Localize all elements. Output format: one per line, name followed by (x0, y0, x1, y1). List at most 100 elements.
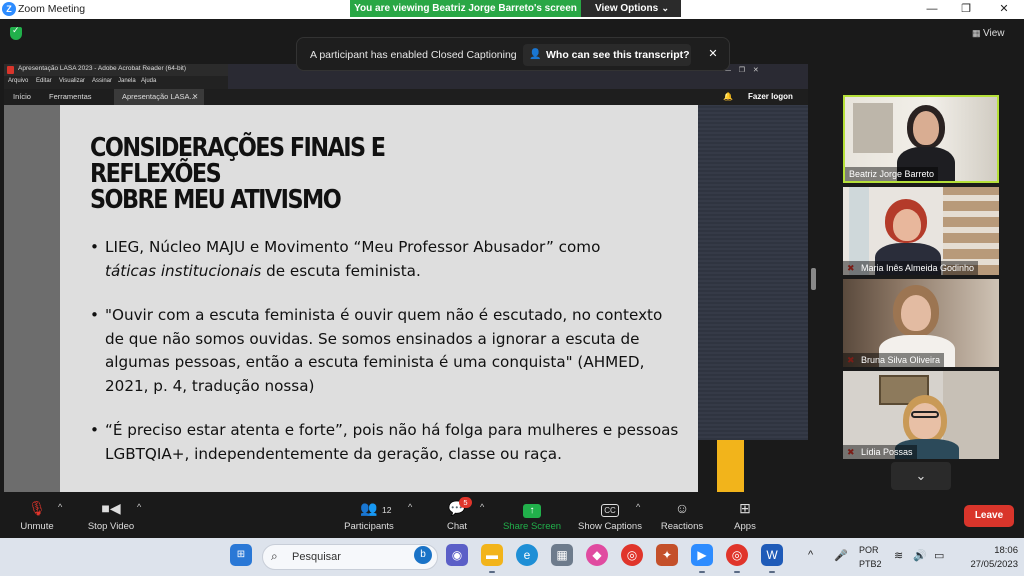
clock-date[interactable]: 27/05/2023 (958, 559, 1018, 570)
smiley-plus-icon: ☺ (674, 500, 690, 516)
bullet-2-text: "Ouvir com a escuta feminista é ouvir qu… (105, 306, 663, 395)
paint-icon[interactable]: ◆ (586, 544, 608, 566)
participant-name: Bruna Silva Oliveira (843, 353, 945, 367)
leave-button[interactable]: Leave (964, 505, 1014, 527)
share-screen-button[interactable]: ↑ Share Screen (500, 492, 564, 538)
close-icon[interactable]: ✕ (994, 2, 1014, 16)
close-icon[interactable]: ✕ (705, 46, 721, 62)
tab-close-icon[interactable]: ✕ (192, 92, 198, 101)
bing-icon[interactable]: b (414, 546, 432, 564)
running-indicator (734, 571, 740, 573)
acrobat-title: Apresentação LASA 2023 - Adobe Acrobat R… (18, 65, 187, 72)
battery-icon[interactable]: ▭ (934, 549, 944, 562)
minimize-icon[interactable]: — (922, 2, 942, 16)
bullet-mark: • (90, 238, 99, 256)
bullet-mark: • (90, 421, 99, 439)
security-shield-icon[interactable] (10, 25, 22, 40)
volume-icon[interactable]: 🔊 (913, 549, 927, 562)
participants-options-caret-icon[interactable]: ^ (408, 502, 412, 512)
view-options-label: View Options (595, 3, 659, 14)
file-explorer-icon[interactable]: ▬ (481, 544, 503, 566)
menu-janela[interactable]: Janela (118, 78, 136, 84)
taskbar-search-box[interactable] (262, 544, 438, 570)
search-icon: ⌕ (271, 549, 278, 563)
clock-time[interactable]: 18:06 (972, 545, 1018, 556)
calculator-icon[interactable]: ▦ (551, 544, 573, 566)
unmute-button[interactable]: 🎙 Unmute (12, 492, 62, 538)
show-captions-button[interactable]: CC Show Captions (574, 492, 646, 538)
window-title: Zoom Meeting (18, 3, 86, 15)
participant-tile[interactable]: ✖ Lídia Possas (843, 371, 999, 459)
slide-title-line1: Considerações finais e reflexões (90, 133, 386, 189)
apps-button[interactable]: ⊞ Apps (726, 492, 764, 538)
edge-icon[interactable]: e (516, 544, 538, 566)
gallery-scroll-down-button[interactable]: ⌄ (891, 462, 951, 490)
chat-options-caret-icon[interactable]: ^ (480, 502, 484, 512)
participant-tile[interactable]: ✖ Maria Inês Almeida Godinho (843, 187, 999, 275)
video-options-caret-icon[interactable]: ^ (137, 502, 141, 512)
slide-bullet-2: • "Ouvir com a escuta feminista é ouvir … (90, 304, 680, 398)
participants-button[interactable]: 👥 Participants (338, 492, 400, 538)
gallery-resize-handle[interactable] (811, 268, 816, 290)
running-indicator (769, 571, 775, 573)
slide-bullet-1: • LIEG, Núcleo MAJU e Movimento “Meu Pro… (90, 236, 680, 283)
menu-visualizar[interactable]: Visualizar (59, 78, 85, 84)
keyboard-layout[interactable]: PTB2 (859, 559, 882, 569)
muted-microphone-icon: 🎙 (28, 500, 46, 516)
participant-name: Maria Inês Almeida Godinho (843, 261, 979, 275)
wifi-icon[interactable]: ≋ (894, 549, 903, 562)
chrome-profile-icon[interactable]: ◎ (726, 544, 748, 566)
view-options-button[interactable]: View Options ⌄ (581, 0, 681, 17)
restore-icon[interactable]: ❐ (956, 2, 976, 16)
menu-arquivo[interactable]: Arquivo (8, 78, 28, 84)
share-screen-label: Share Screen (502, 521, 562, 532)
participant-name: Lídia Possas (843, 445, 917, 459)
windows-taskbar (0, 538, 1024, 576)
meeting-toolbar: 🎙 Unmute ^ ■◀ Stop Video ^ 👥 Participant… (0, 492, 1024, 538)
tray-overflow-chevron-icon[interactable]: ^ (808, 549, 813, 561)
microphone-tray-icon[interactable]: 🎤 (834, 549, 848, 562)
apps-icon: ⊞ (739, 500, 751, 516)
acrobat-window-controls[interactable]: — ❐ ✕ (724, 66, 759, 74)
reactions-label: Reactions (660, 521, 704, 532)
presentation-slide: Considerações finais e reflexões sobre m… (60, 105, 698, 492)
keyboard-language[interactable]: POR (859, 545, 879, 555)
participant-tile[interactable]: ✖ Bruna Silva Oliveira (843, 279, 999, 367)
slide-title-line2: sobre meu ativismo (90, 185, 342, 215)
audio-options-caret-icon[interactable]: ^ (58, 502, 62, 512)
acrobat-side-panel (698, 105, 808, 440)
slide-bullet-3: • “É preciso estar atenta e forte”, pois… (90, 419, 680, 466)
participant-name: Beatriz Jorge Barreto (845, 167, 939, 181)
stop-video-label: Stop Video (87, 521, 135, 532)
slide-accent-bar (717, 440, 744, 492)
participants-label: Participants (344, 521, 394, 532)
teams-chat-icon[interactable]: ◉ (446, 544, 468, 566)
cc-notice-text: A participant has enabled Closed Caption… (310, 49, 517, 61)
bell-icon[interactable]: 🔔 (723, 92, 733, 101)
chrome-icon[interactable]: ◎ (621, 544, 643, 566)
tab-document[interactable]: Apresentação LASA... (122, 92, 196, 101)
tab-inicio[interactable]: Início (13, 92, 31, 101)
closed-caption-notice: A participant has enabled Closed Caption… (296, 37, 730, 71)
stop-video-button[interactable]: ■◀ Stop Video (82, 492, 140, 538)
menu-editar[interactable]: Editar (36, 78, 52, 84)
participant-count: 12 (382, 505, 392, 515)
acrobat-logo-icon (7, 66, 14, 74)
word-icon[interactable]: W (761, 544, 783, 566)
login-link[interactable]: Fazer logon (748, 92, 793, 101)
menu-ajuda[interactable]: Ajuda (141, 78, 156, 84)
tab-ferramentas[interactable]: Ferramentas (49, 92, 92, 101)
who-can-see-transcript-button[interactable]: 👤 Who can see this transcript? (523, 44, 691, 66)
reactions-button[interactable]: ☺ Reactions (656, 492, 708, 538)
participant-tile[interactable]: Beatriz Jorge Barreto (843, 95, 999, 183)
viewing-screen-banner: You are viewing Beatriz Jorge Barreto's … (350, 0, 581, 17)
share-screen-icon: ↑ (500, 499, 564, 518)
view-button[interactable]: ▦ View (972, 24, 1020, 42)
captions-options-caret-icon[interactable]: ^ (636, 502, 640, 512)
unmute-label: Unmute (20, 521, 54, 532)
windows-start-icon[interactable]: ⊞ (230, 544, 252, 566)
search-placeholder: Pesquisar (292, 551, 341, 563)
zoom-taskbar-icon[interactable]: ▶ (691, 544, 713, 566)
menu-assinar[interactable]: Assinar (92, 78, 112, 84)
game-icon[interactable]: ✦ (656, 544, 678, 566)
